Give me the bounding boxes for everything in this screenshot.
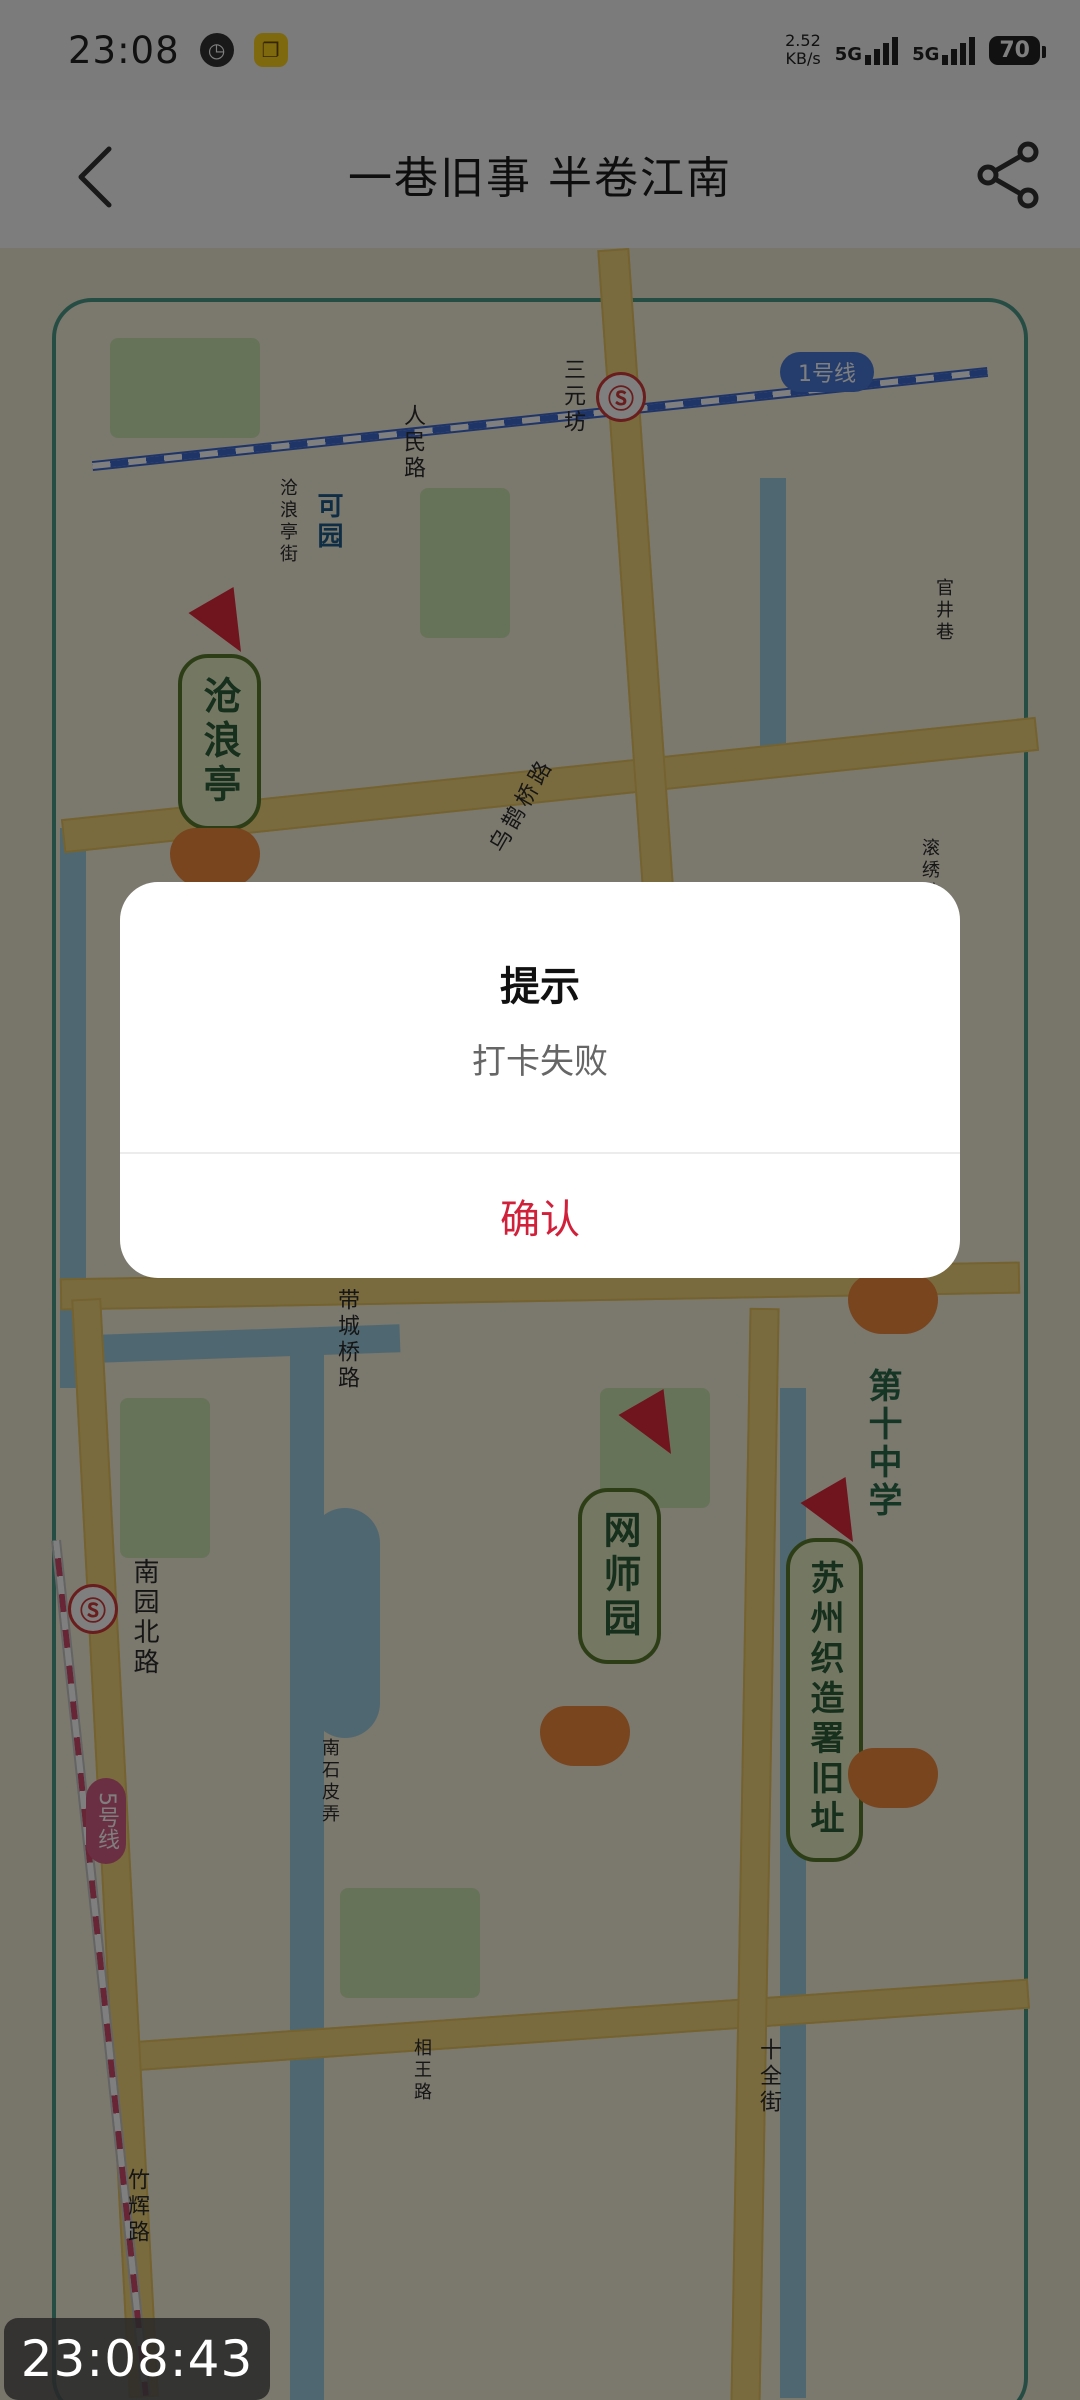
dialog-message: 打卡失败 bbox=[472, 1042, 608, 1082]
dialog-title: 提示 bbox=[500, 964, 580, 1010]
alert-dialog: 提示 打卡失败 确认 bbox=[120, 882, 960, 1278]
timestamp-overlay: 23:08:43 bbox=[4, 2318, 270, 2400]
confirm-button[interactable]: 确认 bbox=[120, 1154, 960, 1278]
